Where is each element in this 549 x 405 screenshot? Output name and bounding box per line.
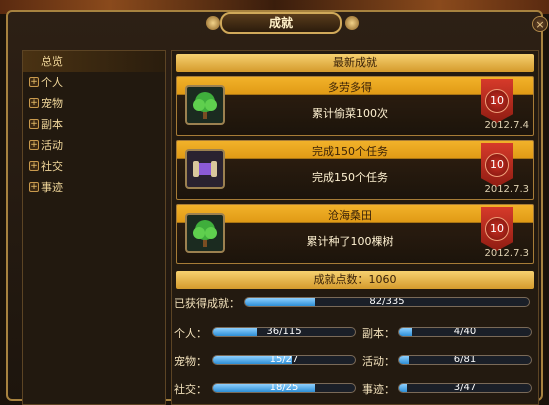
achievement-description: 累计种了100棵树 bbox=[306, 235, 394, 248]
progress-text: 36/115 bbox=[266, 327, 302, 337]
close-button[interactable]: × bbox=[532, 16, 548, 32]
sidebar-item-label: 社交 bbox=[41, 160, 63, 173]
window-title: 成就 bbox=[220, 12, 342, 34]
sidebar-item-label: 宠物 bbox=[41, 97, 63, 110]
stat-label: 事迹： bbox=[362, 383, 395, 396]
stat-label: 副本： bbox=[362, 327, 395, 340]
achievement-title: 沧海桑田 bbox=[328, 209, 372, 222]
sidebar-item-label: 个人 bbox=[41, 76, 63, 89]
tree-icon bbox=[185, 85, 225, 125]
progress-text: 18/25 bbox=[269, 383, 299, 393]
stat-progress-bar: 3/47 bbox=[398, 383, 532, 393]
stat-progress-bar: 36/115 bbox=[212, 327, 356, 337]
achievement-window: 成就 × 总览 + 个人 + 宠物 + 副本 + 活动 + 社交 + 事迹 最新… bbox=[6, 10, 548, 405]
achievement-date: 2012.7.4 bbox=[484, 120, 529, 131]
points-badge: 10 bbox=[481, 207, 513, 251]
expand-icon[interactable]: + bbox=[29, 77, 39, 87]
stat-label: 个人： bbox=[174, 327, 207, 340]
achievement-card[interactable]: 沧海桑田 累计种了100棵树 10 2012.7.3 bbox=[176, 204, 534, 264]
sidebar-item-events[interactable]: + 活动 bbox=[23, 135, 165, 156]
points-value: 10 bbox=[485, 153, 509, 177]
achievement-points: 成就点数：1060 bbox=[176, 271, 534, 289]
expand-icon[interactable]: + bbox=[29, 161, 39, 171]
category-sidebar: 总览 + 个人 + 宠物 + 副本 + 活动 + 社交 + 事迹 bbox=[22, 50, 166, 405]
achievement-card[interactable]: 完成150个任务 完成150个任务 10 2012.7.3 bbox=[176, 140, 534, 200]
progress-text: 82/335 bbox=[369, 297, 405, 307]
achievement-card[interactable]: 多劳多得 累计偷菜100次 10 2012.7.4 bbox=[176, 76, 534, 136]
sidebar-item-label: 活动 bbox=[41, 139, 63, 152]
points-value: 10 bbox=[485, 217, 509, 241]
stat-label: 活动： bbox=[362, 355, 395, 368]
stat-progress-bar: 18/25 bbox=[212, 383, 356, 393]
scroll-icon bbox=[185, 149, 225, 189]
total-progress-label: 已获得成就： bbox=[174, 297, 240, 310]
tree-icon bbox=[185, 213, 225, 253]
achievement-description: 完成150个任务 bbox=[312, 171, 388, 184]
total-progress-bar: 82/335 bbox=[244, 297, 530, 307]
sidebar-item-label: 副本 bbox=[41, 118, 63, 131]
ornament-icon bbox=[345, 16, 359, 30]
progress-text: 3/47 bbox=[453, 383, 477, 393]
achievement-date: 2012.7.3 bbox=[484, 184, 529, 195]
ornament-icon bbox=[206, 16, 220, 30]
achievement-title: 多劳多得 bbox=[328, 81, 372, 94]
sidebar-item-label: 总览 bbox=[41, 55, 63, 68]
progress-text: 6/81 bbox=[453, 355, 477, 365]
stat-progress-bar: 15/27 bbox=[212, 355, 356, 365]
stat-progress-bar: 4/40 bbox=[398, 327, 532, 337]
progress-text: 4/40 bbox=[453, 327, 477, 337]
points-badge: 10 bbox=[481, 143, 513, 187]
recent-achievements-header: 最新成就 bbox=[176, 54, 534, 72]
points-value: 10 bbox=[485, 89, 509, 113]
sidebar-item-personal[interactable]: + 个人 bbox=[23, 72, 165, 93]
sidebar-item-label: 事迹 bbox=[41, 181, 63, 194]
sidebar-item-deeds[interactable]: + 事迹 bbox=[23, 177, 165, 198]
expand-icon[interactable]: + bbox=[29, 182, 39, 192]
expand-icon[interactable]: + bbox=[29, 119, 39, 129]
stat-label: 社交： bbox=[174, 383, 207, 396]
achievement-date: 2012.7.3 bbox=[484, 248, 529, 259]
stat-progress-bar: 6/81 bbox=[398, 355, 532, 365]
achievement-description: 累计偷菜100次 bbox=[312, 107, 388, 120]
overview-panel: 最新成就 多劳多得 累计偷菜100次 10 2012.7.4 完成150个任务 … bbox=[171, 50, 539, 405]
expand-icon[interactable]: + bbox=[29, 140, 39, 150]
sidebar-item-social[interactable]: + 社交 bbox=[23, 156, 165, 177]
expand-icon[interactable]: + bbox=[29, 98, 39, 108]
stat-label: 宠物： bbox=[174, 355, 207, 368]
sidebar-item-overview[interactable]: 总览 bbox=[23, 51, 165, 72]
points-badge: 10 bbox=[481, 79, 513, 123]
achievement-title: 完成150个任务 bbox=[312, 145, 388, 158]
sidebar-item-dungeons[interactable]: + 副本 bbox=[23, 114, 165, 135]
progress-text: 15/27 bbox=[269, 355, 299, 365]
sidebar-item-pets[interactable]: + 宠物 bbox=[23, 93, 165, 114]
